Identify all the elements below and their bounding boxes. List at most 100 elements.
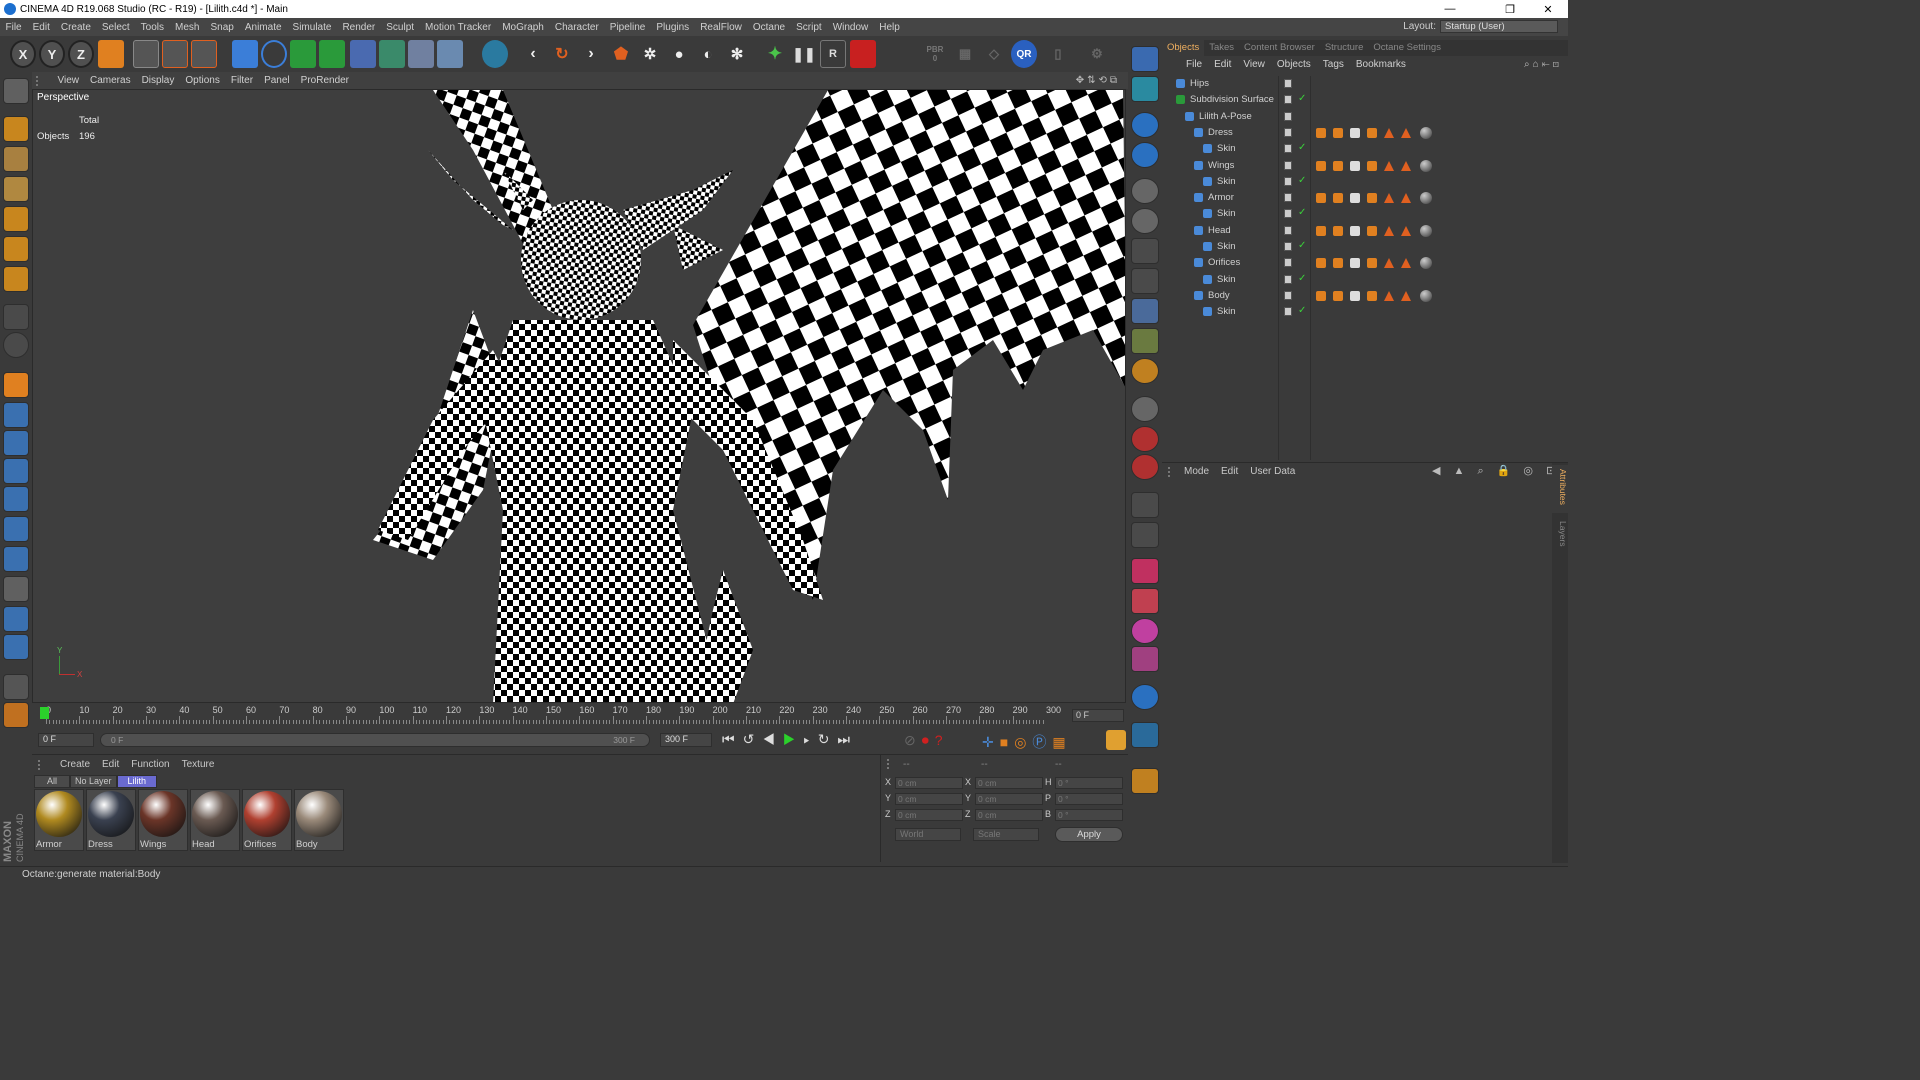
material-tag-ball-icon[interactable] xyxy=(1420,224,1432,237)
end-frame-field[interactable]: 300 F xyxy=(660,733,712,747)
viewport-menu-cameras[interactable]: Cameras xyxy=(85,75,137,86)
sphere-white-icon[interactable] xyxy=(1131,396,1159,422)
material-tag-ball-icon[interactable] xyxy=(1420,126,1432,139)
material-tag-ball-icon[interactable] xyxy=(1420,192,1432,205)
z-axis-lock-button[interactable]: Z xyxy=(68,40,94,68)
rotation-key-icon[interactable]: ◎ xyxy=(1014,734,1032,750)
stop-render-icon[interactable] xyxy=(850,40,876,68)
mode-dropdown[interactable]: Scale xyxy=(973,828,1039,841)
material-tag-ball-icon[interactable] xyxy=(1420,289,1432,302)
apply-button[interactable]: Apply xyxy=(1055,827,1123,842)
menu-mograph[interactable]: MoGraph xyxy=(497,22,550,33)
bridge-tool-icon[interactable] xyxy=(3,546,29,572)
menu-file[interactable]: File xyxy=(0,22,27,33)
menu-motion-tracker[interactable]: Motion Tracker xyxy=(420,22,497,33)
visibility-toggle-icon[interactable] xyxy=(1284,274,1292,284)
weight-tag-icon[interactable] xyxy=(1401,258,1411,269)
object-tree-row[interactable]: Hips xyxy=(1162,76,1568,92)
refresh-icon[interactable]: ↻ xyxy=(549,40,575,68)
coord-value-field[interactable]: 0 cm xyxy=(975,809,1043,821)
coord-value-field[interactable]: 0 ° xyxy=(1055,809,1123,821)
menu-plugins[interactable]: Plugins xyxy=(651,22,695,33)
object-tree-row[interactable]: Skin ✓ xyxy=(1162,141,1568,157)
visibility-toggle-icon[interactable] xyxy=(1284,160,1292,170)
menu-realflow[interactable]: RealFlow xyxy=(695,22,748,33)
octane-object-icon[interactable]: ⬟ xyxy=(608,40,634,68)
enabled-check-icon[interactable]: ✓ xyxy=(1298,142,1306,153)
menu-simulate[interactable]: Simulate xyxy=(287,22,337,33)
pipe-icon[interactable] xyxy=(1131,238,1159,264)
go-to-end-icon[interactable]: ⏭ xyxy=(837,731,858,747)
viewport-menu-view[interactable]: View xyxy=(52,75,85,86)
start-frame-field[interactable]: 0 F xyxy=(38,733,94,747)
visibility-toggle-icon[interactable] xyxy=(1284,258,1292,268)
material-tag-icon[interactable] xyxy=(1316,258,1326,269)
material-tag-icon[interactable] xyxy=(1333,127,1343,138)
weight-tag-icon[interactable] xyxy=(1384,258,1394,269)
material-menu-create[interactable]: Create xyxy=(54,759,96,770)
menu-edit[interactable]: Edit xyxy=(27,22,55,33)
edges-mode-icon[interactable] xyxy=(3,236,29,262)
octane-camera-icon[interactable] xyxy=(1131,46,1159,72)
texture-mode-icon[interactable] xyxy=(3,146,29,172)
menu-mesh[interactable]: Mesh xyxy=(170,22,205,33)
enabled-check-icon[interactable]: ✓ xyxy=(1298,273,1306,284)
scale-key-icon[interactable]: ■ xyxy=(1000,734,1014,750)
weight-tag-icon[interactable] xyxy=(1384,193,1394,204)
enabled-check-icon[interactable]: ✓ xyxy=(1298,175,1306,186)
weight-tag-icon[interactable] xyxy=(1401,290,1411,301)
object-name[interactable]: Skin xyxy=(1217,274,1235,285)
shapes-icon[interactable] xyxy=(1131,646,1159,672)
enabled-check-icon[interactable]: ✓ xyxy=(1298,240,1306,251)
tab-takes[interactable]: Takes xyxy=(1204,40,1239,56)
layer-tab-all[interactable]: All xyxy=(34,775,71,788)
menu-script[interactable]: Script xyxy=(791,22,828,33)
transport-buttons[interactable]: ⏮↺◀▶▸↻⏭ xyxy=(722,731,858,748)
menu-character[interactable]: Character xyxy=(549,22,604,33)
viewport-menu-filter[interactable]: Filter xyxy=(225,75,258,86)
object-name[interactable]: Hips xyxy=(1190,78,1209,89)
material-tag-icon[interactable] xyxy=(1350,290,1360,301)
menu-snap[interactable]: Snap xyxy=(205,22,239,33)
axis-mode-icon[interactable] xyxy=(3,304,29,330)
object-box-icon[interactable] xyxy=(1131,522,1159,548)
coord-value-field[interactable]: 0 cm xyxy=(975,777,1043,789)
nurbs-icon[interactable] xyxy=(290,40,316,68)
brush-tool-icon[interactable] xyxy=(3,576,29,602)
weight-tag-icon[interactable] xyxy=(1384,160,1394,171)
material-item[interactable]: Orifices xyxy=(242,789,292,851)
material-item[interactable]: Dress xyxy=(86,789,136,851)
perspective-viewport[interactable]: Perspective Total Objects 196 Y X xyxy=(32,89,1126,703)
visibility-toggle-icon[interactable] xyxy=(1284,225,1292,235)
object-tree-row[interactable]: Skin ✓ xyxy=(1162,206,1568,222)
workplane-mode-icon[interactable] xyxy=(3,176,29,202)
move-tool-icon[interactable] xyxy=(3,402,29,428)
play-icon[interactable]: ▶ xyxy=(783,731,804,747)
objects-menu-tags[interactable]: Tags xyxy=(1317,59,1350,70)
weight-tag-icon[interactable] xyxy=(1401,193,1411,204)
next-frame-icon[interactable]: ▸ xyxy=(803,731,817,747)
object-tree-row[interactable]: Subdivision Surface ✓ xyxy=(1162,92,1568,108)
layer-tab-no-layer[interactable]: No Layer xyxy=(70,775,117,788)
keyframe-selection-icon[interactable]: ? xyxy=(935,732,949,748)
object-tree-row[interactable]: Body xyxy=(1162,288,1568,304)
sphere-small-icon[interactable] xyxy=(1131,208,1159,234)
floor-icon[interactable] xyxy=(437,40,463,68)
live-selection-icon[interactable] xyxy=(3,486,29,512)
object-name[interactable]: Orifices xyxy=(1208,257,1240,268)
material-tag-icon[interactable] xyxy=(1350,225,1360,236)
red-box-icon[interactable] xyxy=(1131,588,1159,614)
material-tag-icon[interactable] xyxy=(1316,290,1326,301)
menu-render[interactable]: Render xyxy=(337,22,381,33)
hook-icon[interactable] xyxy=(1131,722,1159,748)
play-blue-icon[interactable] xyxy=(1131,684,1159,710)
menu-pipeline[interactable]: Pipeline xyxy=(604,22,651,33)
attr-menu-mode[interactable]: Mode xyxy=(1184,466,1209,477)
extrude-tool-icon[interactable] xyxy=(3,606,29,632)
x-axis-lock-button[interactable]: X xyxy=(10,40,36,68)
enabled-check-icon[interactable]: ✓ xyxy=(1298,93,1306,104)
sphere-gray-icon[interactable] xyxy=(1131,178,1159,204)
object-tree-row[interactable]: Lilith A-Pose xyxy=(1162,109,1568,125)
layout-dropdown[interactable]: Startup (User) xyxy=(1440,20,1558,33)
material-tag-icon[interactable] xyxy=(1350,193,1360,204)
